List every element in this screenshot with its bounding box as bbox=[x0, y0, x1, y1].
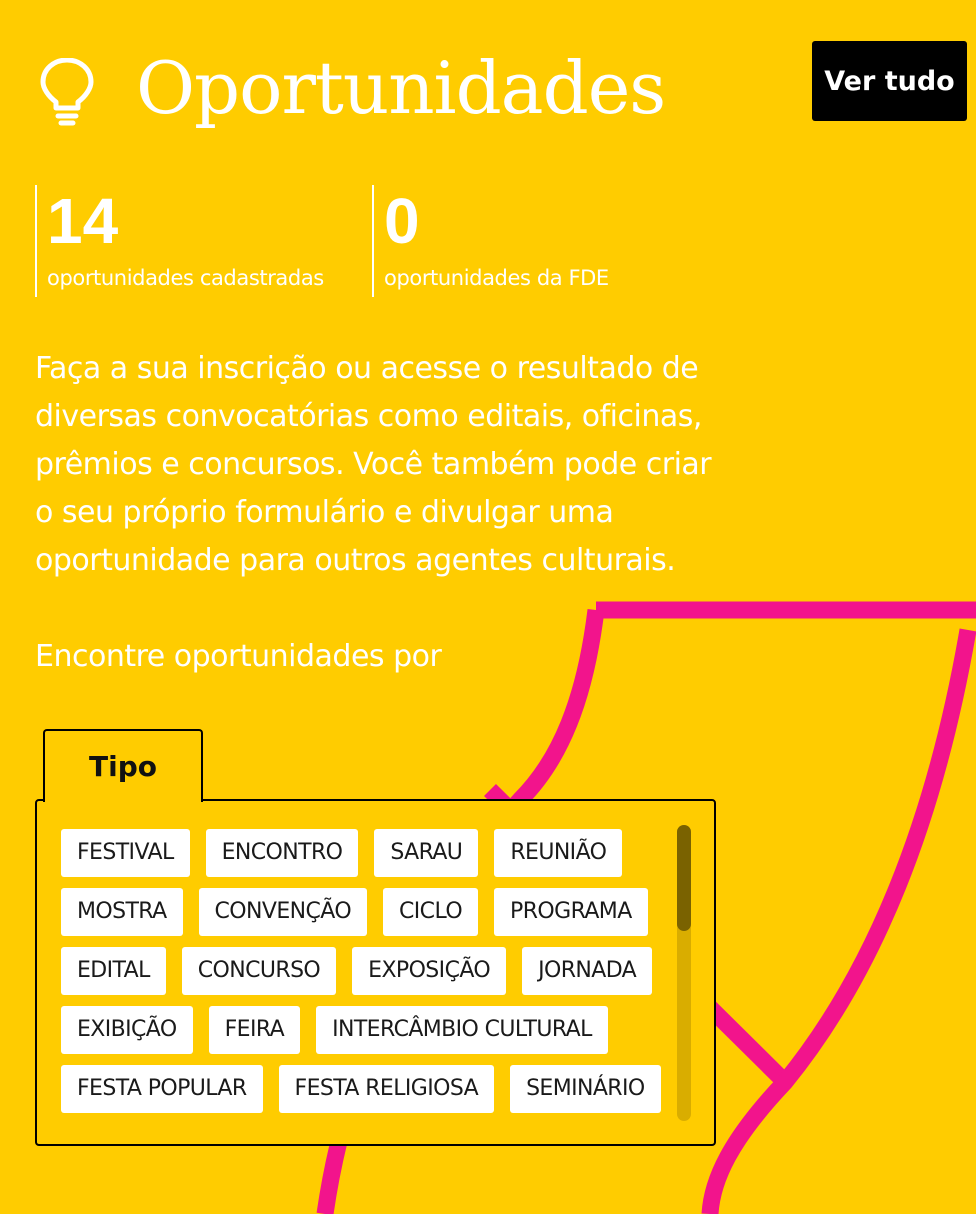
stat-label: oportunidades da FDE bbox=[384, 266, 609, 290]
tag-chip[interactable]: FESTIVAL bbox=[61, 829, 190, 877]
stat-fde: 0 oportunidades da FDE bbox=[372, 185, 702, 297]
tag-list: FESTIVAL ENCONTRO SARAU REUNIÃO MOSTRA CONVEN… bbox=[61, 829, 661, 1123]
tag-row: FESTIVAL ENCONTRO SARAU REUNIÃO bbox=[61, 829, 661, 877]
tag-chip[interactable]: SEMINÁRIO bbox=[510, 1065, 661, 1113]
tag-chip[interactable]: EXIBIÇÃO bbox=[61, 1006, 193, 1054]
lightbulb-icon bbox=[38, 57, 96, 126]
tag-chip[interactable]: INTERCÂMBIO CULTURAL bbox=[316, 1006, 608, 1054]
tag-chip[interactable]: EDITAL bbox=[61, 947, 166, 995]
tag-chip[interactable]: EXPOSIÇÃO bbox=[352, 947, 507, 995]
stat-value: 0 bbox=[384, 185, 420, 257]
scrollbar[interactable] bbox=[677, 825, 691, 1121]
tag-row: FESTA POPULAR FESTA RELIGIOSA SEMINÁRIO bbox=[61, 1065, 661, 1113]
tag-chip[interactable]: REUNIÃO bbox=[494, 829, 623, 877]
filter-panel: FESTIVAL ENCONTRO SARAU REUNIÃO MOSTRA CONVEN… bbox=[35, 799, 716, 1146]
stat-label: oportunidades cadastradas bbox=[47, 266, 324, 290]
tag-chip[interactable]: ENCONTRO bbox=[205, 829, 359, 877]
page-title: Oportunidades bbox=[136, 46, 666, 130]
stat-value: 14 bbox=[47, 185, 119, 257]
tag-row: MOSTRA CONVENÇÃO CICLO PROGRAMA bbox=[61, 888, 661, 936]
tag-chip[interactable]: JORNADA bbox=[522, 947, 653, 995]
tag-chip[interactable]: MOSTRA bbox=[61, 888, 183, 936]
tag-chip[interactable]: CICLO bbox=[383, 888, 479, 936]
tag-chip[interactable]: FEIRA bbox=[208, 1006, 301, 1054]
see-all-button[interactable]: Ver tudo bbox=[812, 41, 967, 121]
tag-chip[interactable]: CONVENÇÃO bbox=[198, 888, 368, 936]
tag-chip[interactable]: FESTA POPULAR bbox=[61, 1065, 263, 1113]
tag-chip[interactable]: SARAU bbox=[374, 829, 479, 877]
tag-row: EXIBIÇÃO FEIRA INTERCÂMBIO CULTURAL bbox=[61, 1006, 661, 1054]
tag-chip[interactable]: FESTA RELIGIOSA bbox=[278, 1065, 495, 1113]
tab-tipo[interactable]: Tipo bbox=[43, 729, 203, 802]
filter-prompt: Encontre oportunidades por bbox=[35, 639, 442, 674]
tag-chip[interactable]: CONCURSO bbox=[181, 947, 337, 995]
scrollbar-thumb[interactable] bbox=[677, 825, 691, 931]
tag-row: EDITAL CONCURSO EXPOSIÇÃO JORNADA bbox=[61, 947, 661, 995]
intro-text: Faça a sua inscrição ou acesse o resulta… bbox=[35, 351, 712, 578]
stat-registered: 14 oportunidades cadastradas bbox=[35, 185, 365, 297]
tag-chip[interactable]: PROGRAMA bbox=[494, 888, 648, 936]
